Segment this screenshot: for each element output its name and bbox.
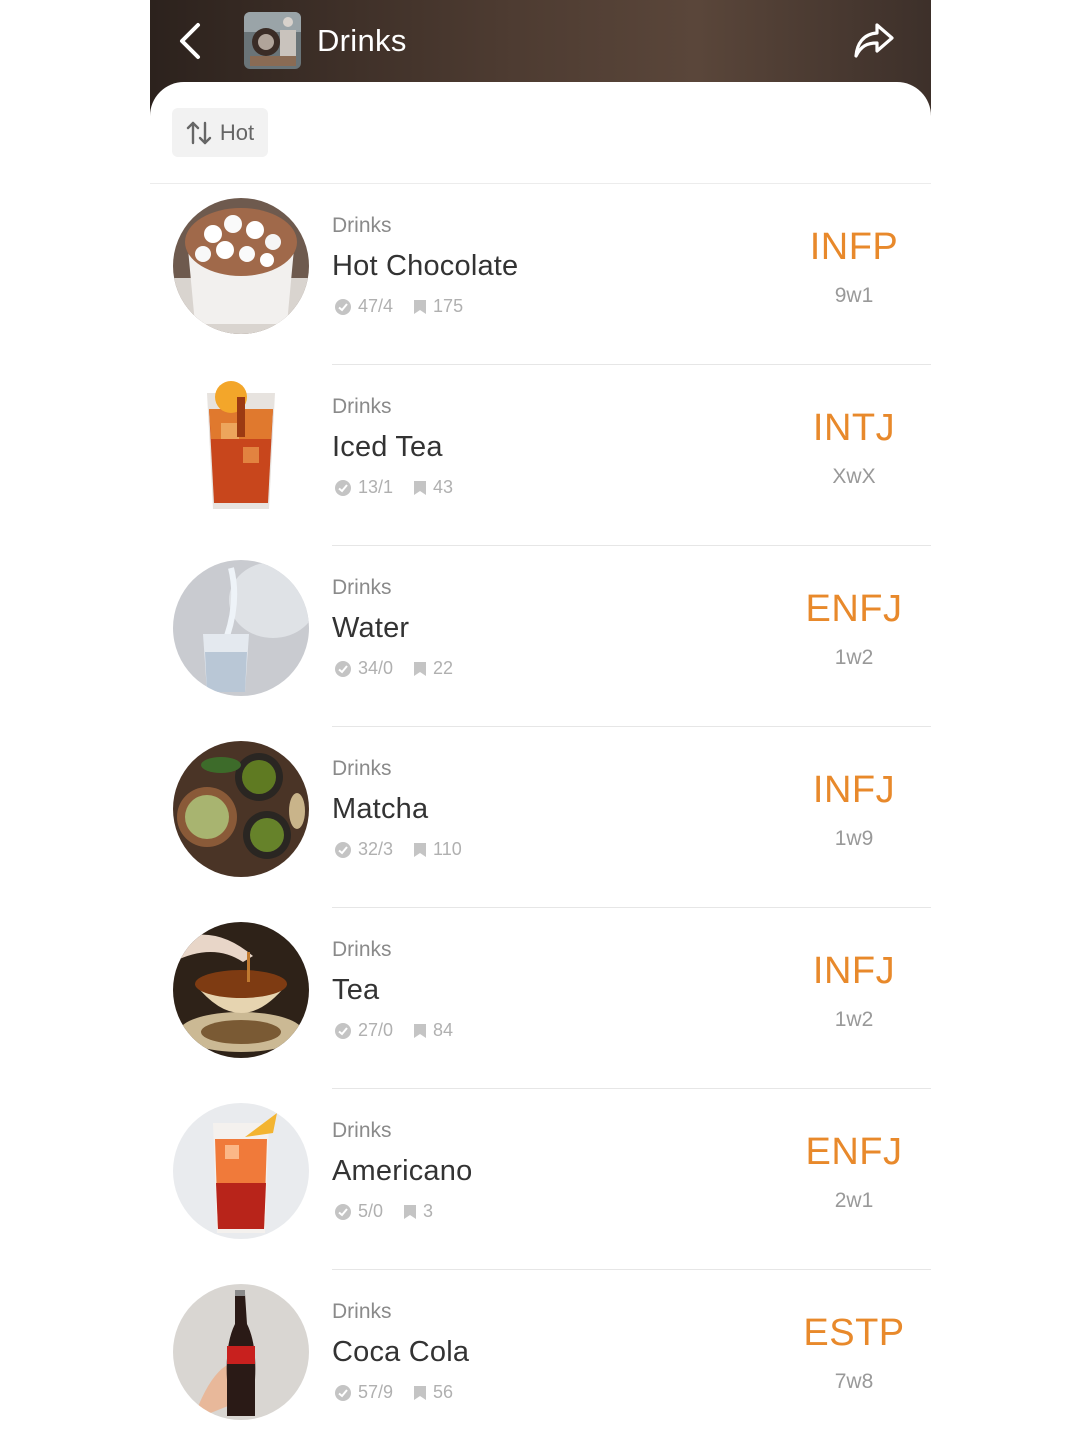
list-item[interactable]: Drinks Matcha 32/3 110 INFJ 1w9 xyxy=(150,727,931,908)
personality-type: ENFJ xyxy=(805,1131,903,1173)
matcha-image xyxy=(173,741,309,877)
item-stats: 27/0 84 xyxy=(334,1020,453,1041)
chevron-left-icon xyxy=(180,23,200,59)
drinks-list: Drinks Hot Chocolate 47/4 175 INFP 9w1 D… xyxy=(150,184,931,1451)
list-item[interactable]: Drinks Tea 27/0 84 INFJ 1w2 xyxy=(150,908,931,1089)
hot-chocolate-image xyxy=(173,198,309,334)
item-name: Iced Tea xyxy=(332,431,443,463)
sort-button[interactable]: Hot xyxy=(172,108,268,157)
item-category: Drinks xyxy=(332,1119,392,1142)
tea-image xyxy=(173,922,309,1058)
iced-tea-image xyxy=(173,379,309,515)
personality-type: ENFJ xyxy=(805,588,903,630)
item-name: Hot Chocolate xyxy=(332,250,519,282)
item-category: Drinks xyxy=(332,214,392,237)
item-name: Tea xyxy=(332,974,380,1006)
item-stats: 57/9 56 xyxy=(334,1382,453,1403)
vote-count: 5/0 xyxy=(358,1201,384,1221)
enneagram-wing: 9w1 xyxy=(834,284,874,307)
personality-type: INFJ xyxy=(812,769,896,811)
page-title: Drinks xyxy=(317,23,407,58)
enneagram-wing: 1w2 xyxy=(834,1008,874,1031)
content-sheet: Hot Drinks Hot Chocolate 47/4 175 INFP 9… xyxy=(150,82,931,1441)
enneagram-wing: XwX xyxy=(832,465,876,488)
item-category: Drinks xyxy=(332,395,392,418)
check-circle-icon xyxy=(335,660,351,677)
personality-type: INFJ xyxy=(812,950,896,992)
check-circle-icon xyxy=(335,298,351,315)
list-item[interactable]: Drinks Coca Cola 57/9 56 ESTP 7w8 xyxy=(150,1270,931,1451)
enneagram-wing: 7w8 xyxy=(834,1370,874,1393)
check-circle-icon xyxy=(335,1022,351,1039)
enneagram-wing: 1w2 xyxy=(834,646,874,669)
comment-count: 22 xyxy=(433,658,454,678)
comment-count: 175 xyxy=(433,296,464,316)
item-name: Water xyxy=(332,612,410,644)
item-name: Americano xyxy=(332,1155,473,1187)
bookmark-icon xyxy=(414,480,427,495)
sort-label: Hot xyxy=(219,119,255,145)
check-circle-icon xyxy=(335,1384,351,1401)
item-category: Drinks xyxy=(332,576,392,599)
item-stats: 34/0 22 xyxy=(334,658,453,679)
bookmark-icon xyxy=(414,299,427,314)
list-item[interactable]: Drinks Hot Chocolate 47/4 175 INFP 9w1 xyxy=(150,184,931,365)
back-button[interactable] xyxy=(168,18,212,64)
vote-count: 32/3 xyxy=(358,839,394,859)
bookmark-icon xyxy=(414,1023,427,1038)
americano-image xyxy=(173,1103,309,1239)
item-name: Matcha xyxy=(332,793,429,825)
personality-type: INTJ xyxy=(812,407,896,449)
bookmark-icon xyxy=(414,1385,427,1400)
enneagram-wing: 1w9 xyxy=(834,827,874,850)
vote-count: 34/0 xyxy=(358,658,394,678)
enneagram-wing: 2w1 xyxy=(834,1189,874,1212)
item-category: Drinks xyxy=(332,938,392,961)
vote-count: 27/0 xyxy=(358,1020,394,1040)
personality-type: INFP xyxy=(809,226,899,268)
item-stats: 32/3 110 xyxy=(334,839,462,860)
bookmark-icon xyxy=(404,1204,417,1219)
sort-arrows-icon xyxy=(186,121,212,144)
check-circle-icon xyxy=(335,841,351,858)
list-item[interactable]: Drinks Iced Tea 13/1 43 INTJ XwX xyxy=(150,365,931,546)
vote-count: 47/4 xyxy=(358,296,394,316)
bookmark-icon xyxy=(414,842,427,857)
comment-count: 84 xyxy=(433,1020,454,1040)
share-arrow-icon xyxy=(854,23,894,58)
comment-count: 110 xyxy=(433,839,462,859)
share-button[interactable] xyxy=(851,18,897,64)
check-circle-icon xyxy=(335,1203,351,1220)
coca-cola-image xyxy=(173,1284,309,1420)
category-thumbnail xyxy=(244,12,301,69)
item-category: Drinks xyxy=(332,757,392,780)
water-image xyxy=(173,560,309,696)
list-item[interactable]: Drinks Water 34/0 22 ENFJ 1w2 xyxy=(150,546,931,727)
bookmark-icon xyxy=(414,661,427,676)
check-circle-icon xyxy=(335,479,351,496)
item-category: Drinks xyxy=(332,1300,392,1323)
app-screen: Drinks Hot Drinks Hot Chocolate 47/4 175… xyxy=(150,0,931,1441)
personality-type: ESTP xyxy=(803,1312,905,1354)
comment-count: 3 xyxy=(423,1201,434,1221)
item-stats: 13/1 43 xyxy=(334,477,453,498)
item-stats: 47/4 175 xyxy=(334,296,463,317)
comment-count: 43 xyxy=(433,477,454,497)
item-name: Coca Cola xyxy=(332,1336,470,1368)
comment-count: 56 xyxy=(433,1382,454,1402)
vote-count: 13/1 xyxy=(358,477,394,497)
item-stats: 5/0 3 xyxy=(334,1201,433,1222)
vote-count: 57/9 xyxy=(358,1382,394,1402)
list-item[interactable]: Drinks Americano 5/0 3 ENFJ 2w1 xyxy=(150,1089,931,1270)
